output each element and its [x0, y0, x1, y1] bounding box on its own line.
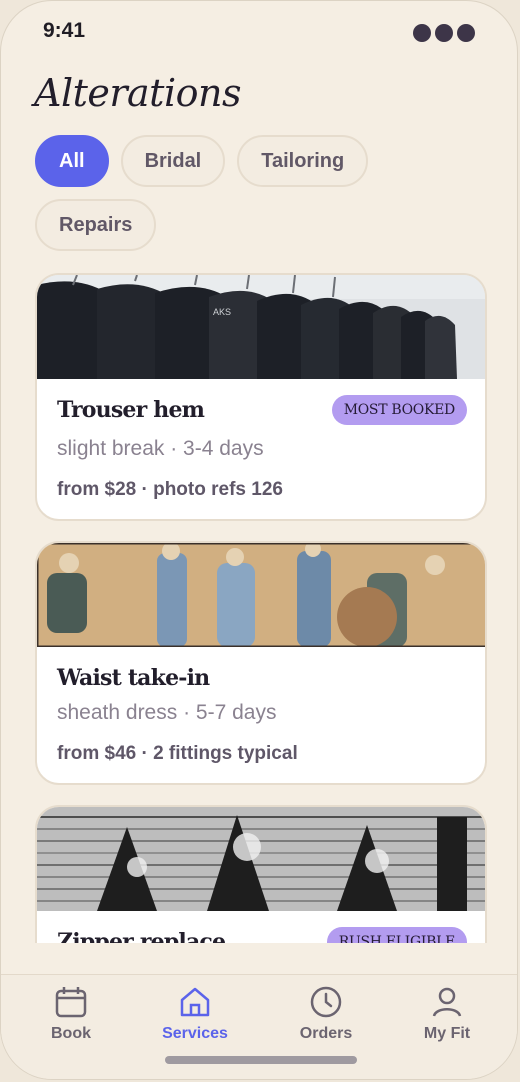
service-card-zipper-replace[interactable]: Zipper replace RUSH ELIGIBLE [35, 805, 487, 943]
card-meta: from $46 · 2 fittings typical [57, 743, 298, 764]
filter-chip-all[interactable]: All [35, 135, 109, 187]
card-title: Waist take-in [57, 665, 210, 691]
status-time: 9:41 [43, 19, 86, 42]
card-meta: from $28 · photo refs 126 [57, 479, 283, 500]
tab-label: Book [51, 1025, 91, 1042]
card-subtitle: slight break · 3-4 days [57, 437, 264, 460]
calendar-icon [55, 987, 87, 1018]
service-card-waist-take-in[interactable]: Waist take-in sheath dress · 5-7 days fr… [35, 541, 487, 785]
card-image-illustration [37, 543, 485, 647]
filter-chip-bridal[interactable]: Bridal [120, 135, 226, 187]
tab-orders[interactable]: Orders [276, 985, 376, 1043]
card-image-engraving [37, 807, 485, 911]
svg-text:AKS: AKS [213, 307, 231, 317]
status-badge: RUSH ELIGIBLE [326, 927, 467, 943]
phone-frame: 9:41 Alterations All Bridal Tailoring Re… [0, 0, 518, 1080]
tab-book[interactable]: Book [21, 985, 121, 1043]
service-list[interactable]: AKS Trouser hem MOST BOOKED slight break… [35, 273, 487, 943]
home-icon [180, 987, 210, 1017]
card-subtitle: sheath dress · 5-7 days [57, 701, 277, 724]
tab-services[interactable]: Services [145, 985, 245, 1043]
tab-label: Orders [299, 1025, 353, 1042]
status-badge: MOST BOOKED [331, 395, 467, 425]
service-card-trouser-hem[interactable]: AKS Trouser hem MOST BOOKED slight break… [35, 273, 487, 521]
tab-my-fit[interactable]: My Fit [397, 985, 497, 1043]
clock-icon [310, 986, 342, 1018]
status-icons [413, 24, 475, 42]
filter-chip-repairs[interactable]: Repairs [35, 199, 157, 251]
filter-chip-tailoring[interactable]: Tailoring [237, 135, 369, 187]
page-title: Alterations [34, 71, 241, 115]
tab-label: My Fit [423, 1025, 471, 1042]
home-indicator [165, 1056, 357, 1064]
tab-bar: Book Services Orders My Fit [1, 974, 517, 1079]
card-image-jackets: AKS [37, 275, 485, 379]
tab-label: Services [162, 1025, 228, 1042]
filter-chips: All Bridal Tailoring Repairs [35, 135, 475, 251]
person-icon [432, 987, 462, 1017]
